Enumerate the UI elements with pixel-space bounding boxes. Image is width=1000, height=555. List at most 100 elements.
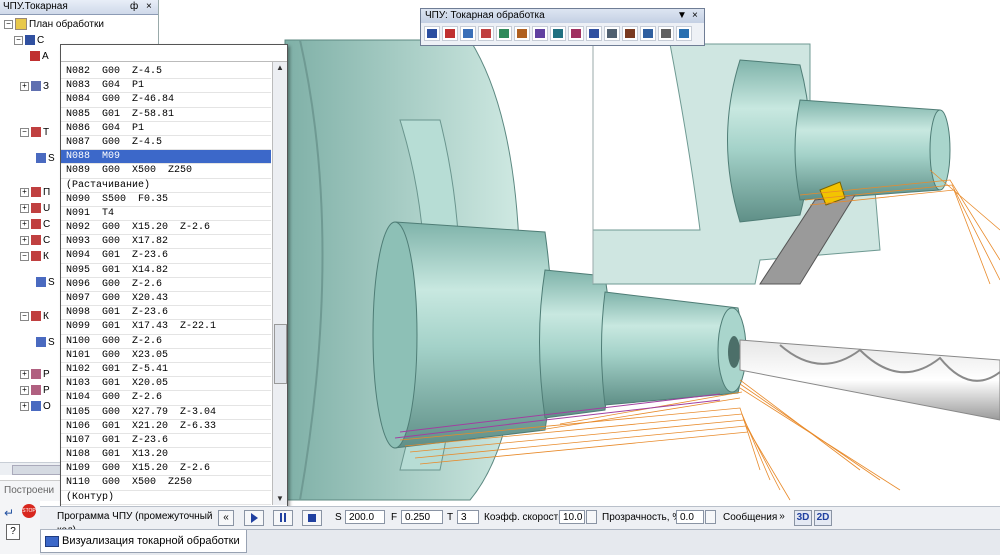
expand-icon[interactable]: + bbox=[20, 385, 29, 395]
expand-icon[interactable]: + bbox=[20, 187, 29, 197]
tree-item[interactable]: + Р bbox=[20, 368, 50, 382]
tree-item[interactable]: А bbox=[30, 50, 49, 64]
tree-item[interactable]: S bbox=[36, 336, 55, 350]
nc-line[interactable]: N106 G01 X21.20 Z-6.33 bbox=[61, 420, 271, 434]
nc-line[interactable]: N087 G00 Z-4.5 bbox=[61, 136, 271, 151]
tool-icon[interactable] bbox=[442, 26, 458, 41]
tree-root[interactable]: − План обработки bbox=[4, 18, 104, 32]
expand-icon[interactable]: + bbox=[20, 203, 29, 213]
nc-line[interactable]: N091 T4 bbox=[61, 207, 271, 222]
view-2d-button[interactable]: 2D bbox=[814, 510, 832, 526]
help-icon[interactable]: ? bbox=[6, 524, 20, 540]
nc-list-scrollbar[interactable]: ▲ ▼ bbox=[272, 62, 287, 505]
toolbar-close-button[interactable]: × bbox=[692, 9, 698, 23]
program-icon[interactable] bbox=[586, 26, 602, 41]
machine-icon[interactable] bbox=[622, 26, 638, 41]
tool-number-field[interactable]: 3 bbox=[457, 510, 479, 524]
rewind-button[interactable]: « bbox=[218, 510, 234, 526]
pause-button[interactable] bbox=[273, 510, 293, 526]
nc-line[interactable]: N100 G00 Z-2.6 bbox=[61, 335, 271, 349]
scroll-up-icon[interactable]: ▲ bbox=[273, 62, 287, 74]
tree-item[interactable]: S bbox=[36, 152, 55, 166]
nc-line[interactable]: N109 G00 X15.20 Z-2.6 bbox=[61, 462, 271, 477]
stop-button[interactable] bbox=[302, 510, 322, 526]
nc-program-list[interactable]: N082 G00 Z-4.5 N083 G04 P1 N084 G00 Z-46.8… bbox=[60, 44, 288, 534]
nc-icon[interactable] bbox=[424, 26, 440, 41]
transparency-field[interactable]: 0.0 bbox=[676, 510, 704, 524]
play-step-button[interactable] bbox=[244, 510, 264, 526]
toolbar-title-bar[interactable]: ЧПУ: Токарная обработка ▼ × bbox=[421, 9, 704, 23]
collapse-icon[interactable]: − bbox=[20, 127, 29, 137]
speed-factor-field[interactable]: 10.0 bbox=[559, 510, 585, 524]
nc-line[interactable]: N089 G00 X500 Z250 bbox=[61, 164, 271, 179]
build-tab[interactable]: Построени bbox=[0, 480, 66, 501]
nc-line[interactable]: N093 G00 X17.82 bbox=[61, 235, 271, 250]
drill-icon[interactable] bbox=[550, 26, 566, 41]
nc-line[interactable]: N085 G01 Z-58.81 bbox=[61, 108, 271, 122]
tree-item[interactable]: + U bbox=[20, 202, 50, 216]
tree-item[interactable]: + С bbox=[20, 234, 50, 248]
stop-icon[interactable]: STOP bbox=[22, 504, 36, 518]
nc-line[interactable]: N095 G01 X14.82 bbox=[61, 264, 271, 278]
nc-line[interactable]: N108 G01 X13.20 bbox=[61, 448, 271, 463]
collapse-icon[interactable]: − bbox=[4, 19, 13, 29]
return-arrow-icon[interactable]: ↵ bbox=[4, 506, 14, 520]
nc-line[interactable]: N096 G00 Z-2.6 bbox=[61, 278, 271, 292]
tree-item[interactable]: + Р bbox=[20, 384, 50, 398]
postprocessor-icon[interactable] bbox=[640, 26, 656, 41]
tree-item[interactable]: + С bbox=[20, 218, 50, 232]
tree-item[interactable]: + П bbox=[20, 186, 50, 200]
scroll-thumb[interactable] bbox=[274, 324, 287, 384]
forward-button[interactable]: » bbox=[774, 510, 790, 526]
nc-line[interactable]: N104 G00 Z-2.6 bbox=[61, 391, 271, 406]
nc-line[interactable]: N101 G00 X23.05 bbox=[61, 349, 271, 363]
expand-icon[interactable]: + bbox=[20, 235, 29, 245]
pin-button[interactable]: ф bbox=[130, 0, 138, 14]
finish-turn-icon[interactable] bbox=[478, 26, 494, 41]
spindle-speed-field[interactable]: 200.0 bbox=[345, 510, 385, 524]
expand-icon[interactable]: + bbox=[20, 81, 29, 91]
nc-line[interactable]: N102 G01 Z-5.41 bbox=[61, 363, 271, 378]
tree-item[interactable]: − К bbox=[20, 310, 49, 324]
nc-line[interactable]: N082 G00 Z-4.5 bbox=[61, 65, 271, 80]
collapse-icon[interactable]: − bbox=[20, 311, 29, 321]
collapse-icon[interactable]: − bbox=[14, 35, 23, 45]
view-3d-button[interactable]: 3D bbox=[794, 510, 812, 526]
nc-line[interactable]: N088 M09 bbox=[61, 150, 271, 165]
bore-icon[interactable] bbox=[532, 26, 548, 41]
expand-icon[interactable]: + bbox=[20, 369, 29, 379]
scroll-down-icon[interactable]: ▼ bbox=[273, 493, 287, 505]
nc-line[interactable]: N110 G00 X500 Z250 bbox=[61, 476, 271, 491]
feed-field[interactable]: 0.250 bbox=[401, 510, 443, 524]
nc-line[interactable]: N090 S500 F0.35 bbox=[61, 193, 271, 207]
parting-icon[interactable] bbox=[568, 26, 584, 41]
close-panel-button[interactable]: × bbox=[146, 0, 152, 14]
nc-line[interactable]: (Контур) bbox=[61, 491, 271, 505]
nc-line[interactable]: (Растачивание) bbox=[61, 179, 271, 193]
tree-item[interactable]: + З bbox=[20, 80, 49, 94]
rough-turn-icon[interactable] bbox=[460, 26, 476, 41]
nc-line[interactable]: N092 G00 X15.20 Z-2.6 bbox=[61, 221, 271, 236]
nc-line[interactable]: N094 G01 Z-23.6 bbox=[61, 249, 271, 264]
groove-icon[interactable] bbox=[496, 26, 512, 41]
collapse-icon[interactable]: − bbox=[20, 251, 29, 261]
speed-factor-spinner[interactable] bbox=[586, 510, 597, 524]
toolbar-menu-button[interactable]: ▼ bbox=[677, 9, 687, 23]
nc-line[interactable]: N105 G00 X27.79 Z-3.04 bbox=[61, 406, 271, 420]
nc-line[interactable]: N099 G01 X17.43 Z-22.1 bbox=[61, 320, 271, 335]
table-icon[interactable] bbox=[604, 26, 620, 41]
tree-item[interactable]: − К bbox=[20, 250, 49, 264]
nc-line[interactable]: N084 G00 Z-46.84 bbox=[61, 93, 271, 108]
tree-item[interactable]: S bbox=[36, 276, 55, 290]
expand-icon[interactable]: + bbox=[20, 401, 29, 411]
nc-line[interactable]: N097 G00 X20.43 bbox=[61, 292, 271, 307]
nc-line[interactable]: N103 G01 X20.05 bbox=[61, 377, 271, 392]
simulation-icon[interactable] bbox=[676, 26, 692, 41]
tree-item[interactable]: + О bbox=[20, 400, 51, 414]
expand-icon[interactable]: + bbox=[20, 219, 29, 229]
tree-item[interactable]: − Т bbox=[20, 126, 49, 140]
nc-line[interactable]: N098 G01 Z-23.6 bbox=[61, 306, 271, 321]
nc-line[interactable]: N107 G01 Z-23.6 bbox=[61, 434, 271, 449]
tree-item[interactable]: − С bbox=[14, 34, 44, 48]
tab-turning-visualization[interactable]: Визуализация токарной обработки bbox=[40, 530, 247, 553]
